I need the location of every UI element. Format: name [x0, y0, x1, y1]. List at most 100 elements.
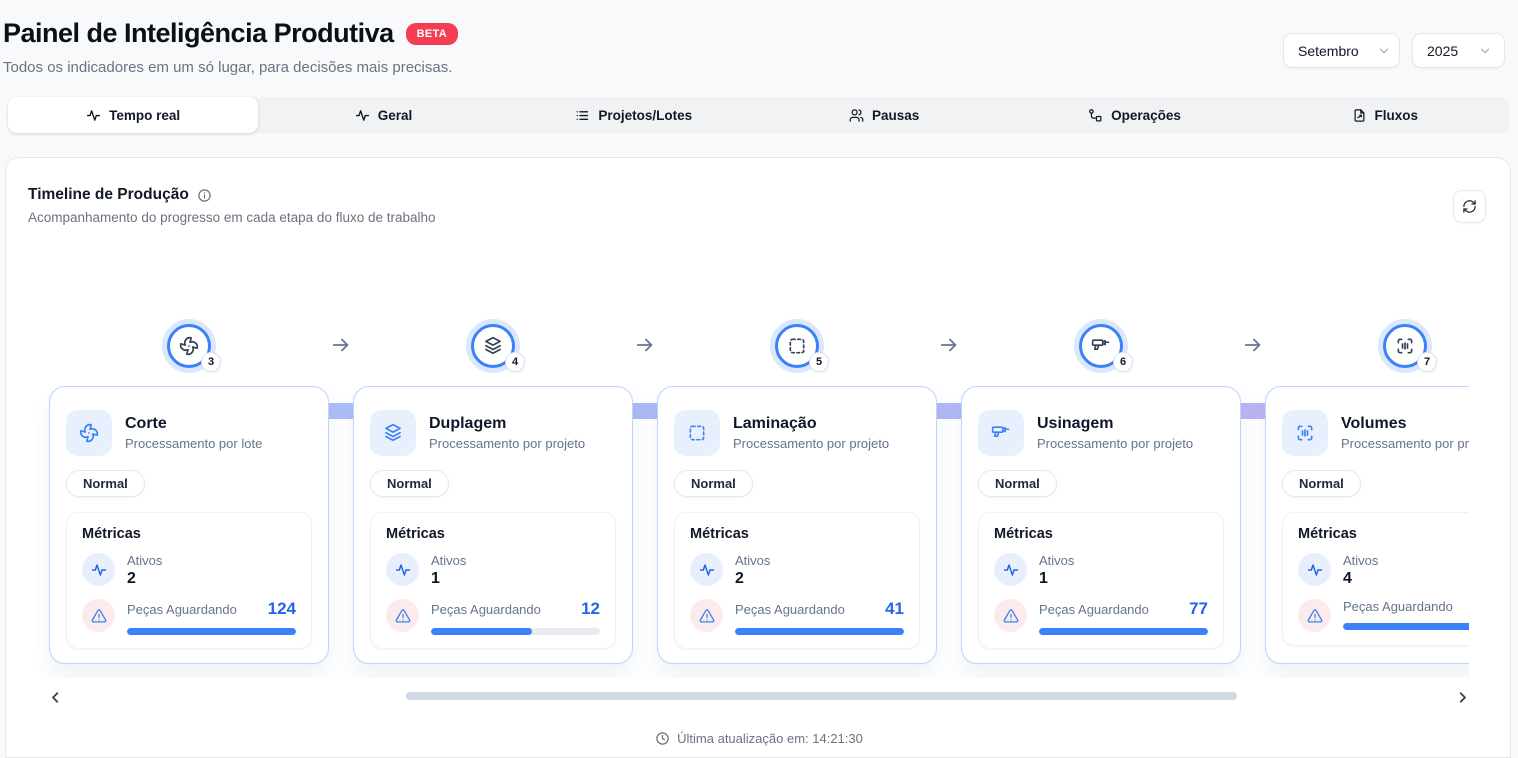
stage-title: Laminação: [733, 415, 889, 433]
alert-triangle-icon: [690, 599, 723, 632]
users-icon: [849, 108, 864, 123]
filters: Setembro 2025: [1283, 33, 1505, 68]
metrics-panel: Métricas Ativos 4 Peças Aguardando: [1282, 512, 1469, 646]
tab-label: Tempo real: [109, 108, 180, 123]
panel-subtitle: Acompanhamento do progresso em cada etap…: [28, 210, 436, 225]
dashed-square-icon: [674, 410, 720, 456]
stage-card-laminação: Laminação Processamento por projeto Norm…: [657, 386, 937, 664]
stage-node: 3: [167, 324, 211, 368]
active-label: Ativos: [1039, 553, 1074, 568]
waiting-progress-track: [127, 628, 296, 635]
page-subtitle: Todos os indicadores em um só lugar, par…: [3, 59, 452, 76]
timeline-stage-column: 7: [1265, 316, 1469, 386]
tab-tempo-real[interactable]: Tempo real: [8, 97, 258, 133]
stage-title: Volumes: [1341, 415, 1469, 433]
refresh-button[interactable]: [1453, 190, 1486, 223]
year-select-value: 2025: [1427, 43, 1458, 59]
tab-label: Projetos/Lotes: [598, 108, 692, 123]
metrics-title: Métricas: [386, 526, 600, 542]
active-label: Ativos: [1343, 553, 1378, 568]
month-select[interactable]: Setembro: [1283, 33, 1400, 68]
status-badge: Normal: [370, 470, 449, 497]
page-header: Painel de Inteligência Produtiva BETA To…: [0, 0, 1518, 96]
stage-node: 6: [1079, 324, 1123, 368]
tab-label: Fluxos: [1375, 108, 1419, 123]
year-select[interactable]: 2025: [1412, 33, 1505, 68]
waiting-progress-fill: [127, 628, 296, 635]
waiting-progress-track: [1039, 628, 1208, 635]
tab-opera-es[interactable]: Operações: [1009, 97, 1259, 133]
tab-bar: Tempo real Geral Projetos/Lotes Pausas O…: [8, 97, 1510, 133]
timeline-scroller: Corte Processamento por lote Normal Métr…: [6, 386, 1469, 678]
arrow-right-icon: [329, 334, 353, 356]
drill-icon: [978, 410, 1024, 456]
alert-triangle-icon: [386, 599, 419, 632]
active-count: 4: [1343, 570, 1378, 588]
tab-projetos-lotes[interactable]: Projetos/Lotes: [509, 97, 759, 133]
waiting-progress-track: [1343, 623, 1469, 630]
timeline-stage-column: 4: [353, 316, 633, 386]
stage-subtitle: Processamento por projeto: [1341, 436, 1469, 451]
activity-icon: [994, 553, 1027, 586]
fan-icon: [66, 410, 112, 456]
scroll-left-button[interactable]: [44, 685, 66, 709]
activity-icon: [355, 108, 370, 123]
stage-node: 5: [775, 324, 819, 368]
stage-card-usinagem: Usinagem Processamento por projeto Norma…: [961, 386, 1241, 664]
waiting-label: Peças Aguardando: [1039, 602, 1149, 617]
tab-fluxos[interactable]: Fluxos: [1260, 97, 1510, 133]
waiting-count: 77: [1189, 599, 1208, 619]
stage-title: Usinagem: [1037, 415, 1193, 433]
clock-icon: [655, 731, 670, 746]
arrow-right-icon: [937, 334, 961, 356]
active-count: 1: [1039, 570, 1074, 588]
stage-title: Corte: [125, 415, 262, 433]
info-icon[interactable]: [197, 188, 212, 203]
waiting-label: Peças Aguardando: [735, 602, 845, 617]
chevron-down-icon: [1478, 44, 1492, 58]
tab-label: Operações: [1111, 108, 1181, 123]
tab-label: Geral: [378, 108, 413, 123]
horizontal-scrollbar-thumb[interactable]: [406, 692, 1237, 700]
activity-icon: [82, 553, 115, 586]
stage-step-badge: 4: [505, 352, 525, 372]
month-select-value: Setembro: [1298, 43, 1359, 59]
tab-pausas[interactable]: Pausas: [759, 97, 1009, 133]
waiting-progress-fill: [1039, 628, 1208, 635]
activity-icon: [86, 108, 101, 123]
panel-footer: Última atualização em: 14:21:30: [6, 731, 1512, 746]
stage-subtitle: Processamento por projeto: [733, 436, 889, 451]
chevron-down-icon: [1377, 44, 1391, 58]
tab-label: Pausas: [872, 108, 919, 123]
metrics-panel: Métricas Ativos 1 Peças Aguardando 77: [978, 512, 1224, 649]
last-update-text: Última atualização em: 14:21:30: [677, 731, 863, 746]
waiting-progress-fill: [431, 628, 532, 635]
stage-subtitle: Processamento por projeto: [1037, 436, 1193, 451]
stage-card-volumes: Volumes Processamento por projeto Normal…: [1265, 386, 1469, 664]
stage-step-badge: 6: [1113, 352, 1133, 372]
arrow-right-icon: [1241, 334, 1265, 356]
waiting-progress-track: [431, 628, 600, 635]
file-chart-icon: [1352, 108, 1367, 123]
waiting-count: 41: [885, 599, 904, 619]
activity-icon: [386, 553, 419, 586]
scroll-right-button[interactable]: [1451, 685, 1473, 709]
waiting-progress-track: [735, 628, 904, 635]
timeline-stage-column: 3: [49, 316, 329, 386]
refresh-icon: [1462, 199, 1477, 214]
active-count: 2: [127, 570, 162, 588]
panel-title: Timeline de Produção: [28, 186, 189, 204]
alert-triangle-icon: [994, 599, 1027, 632]
status-badge: Normal: [674, 470, 753, 497]
stage-card-corte: Corte Processamento por lote Normal Métr…: [49, 386, 329, 664]
page-title: Painel de Inteligência Produtiva: [3, 18, 394, 49]
tab-geral[interactable]: Geral: [258, 97, 508, 133]
workflow-icon: [1088, 108, 1103, 123]
waiting-label: Peças Aguardando: [431, 602, 541, 617]
alert-triangle-icon: [1298, 599, 1331, 632]
alert-triangle-icon: [82, 599, 115, 632]
timeline-stage-column: 6: [961, 316, 1241, 386]
status-badge: Normal: [978, 470, 1057, 497]
stage-step-badge: 7: [1417, 352, 1437, 372]
activity-icon: [690, 553, 723, 586]
